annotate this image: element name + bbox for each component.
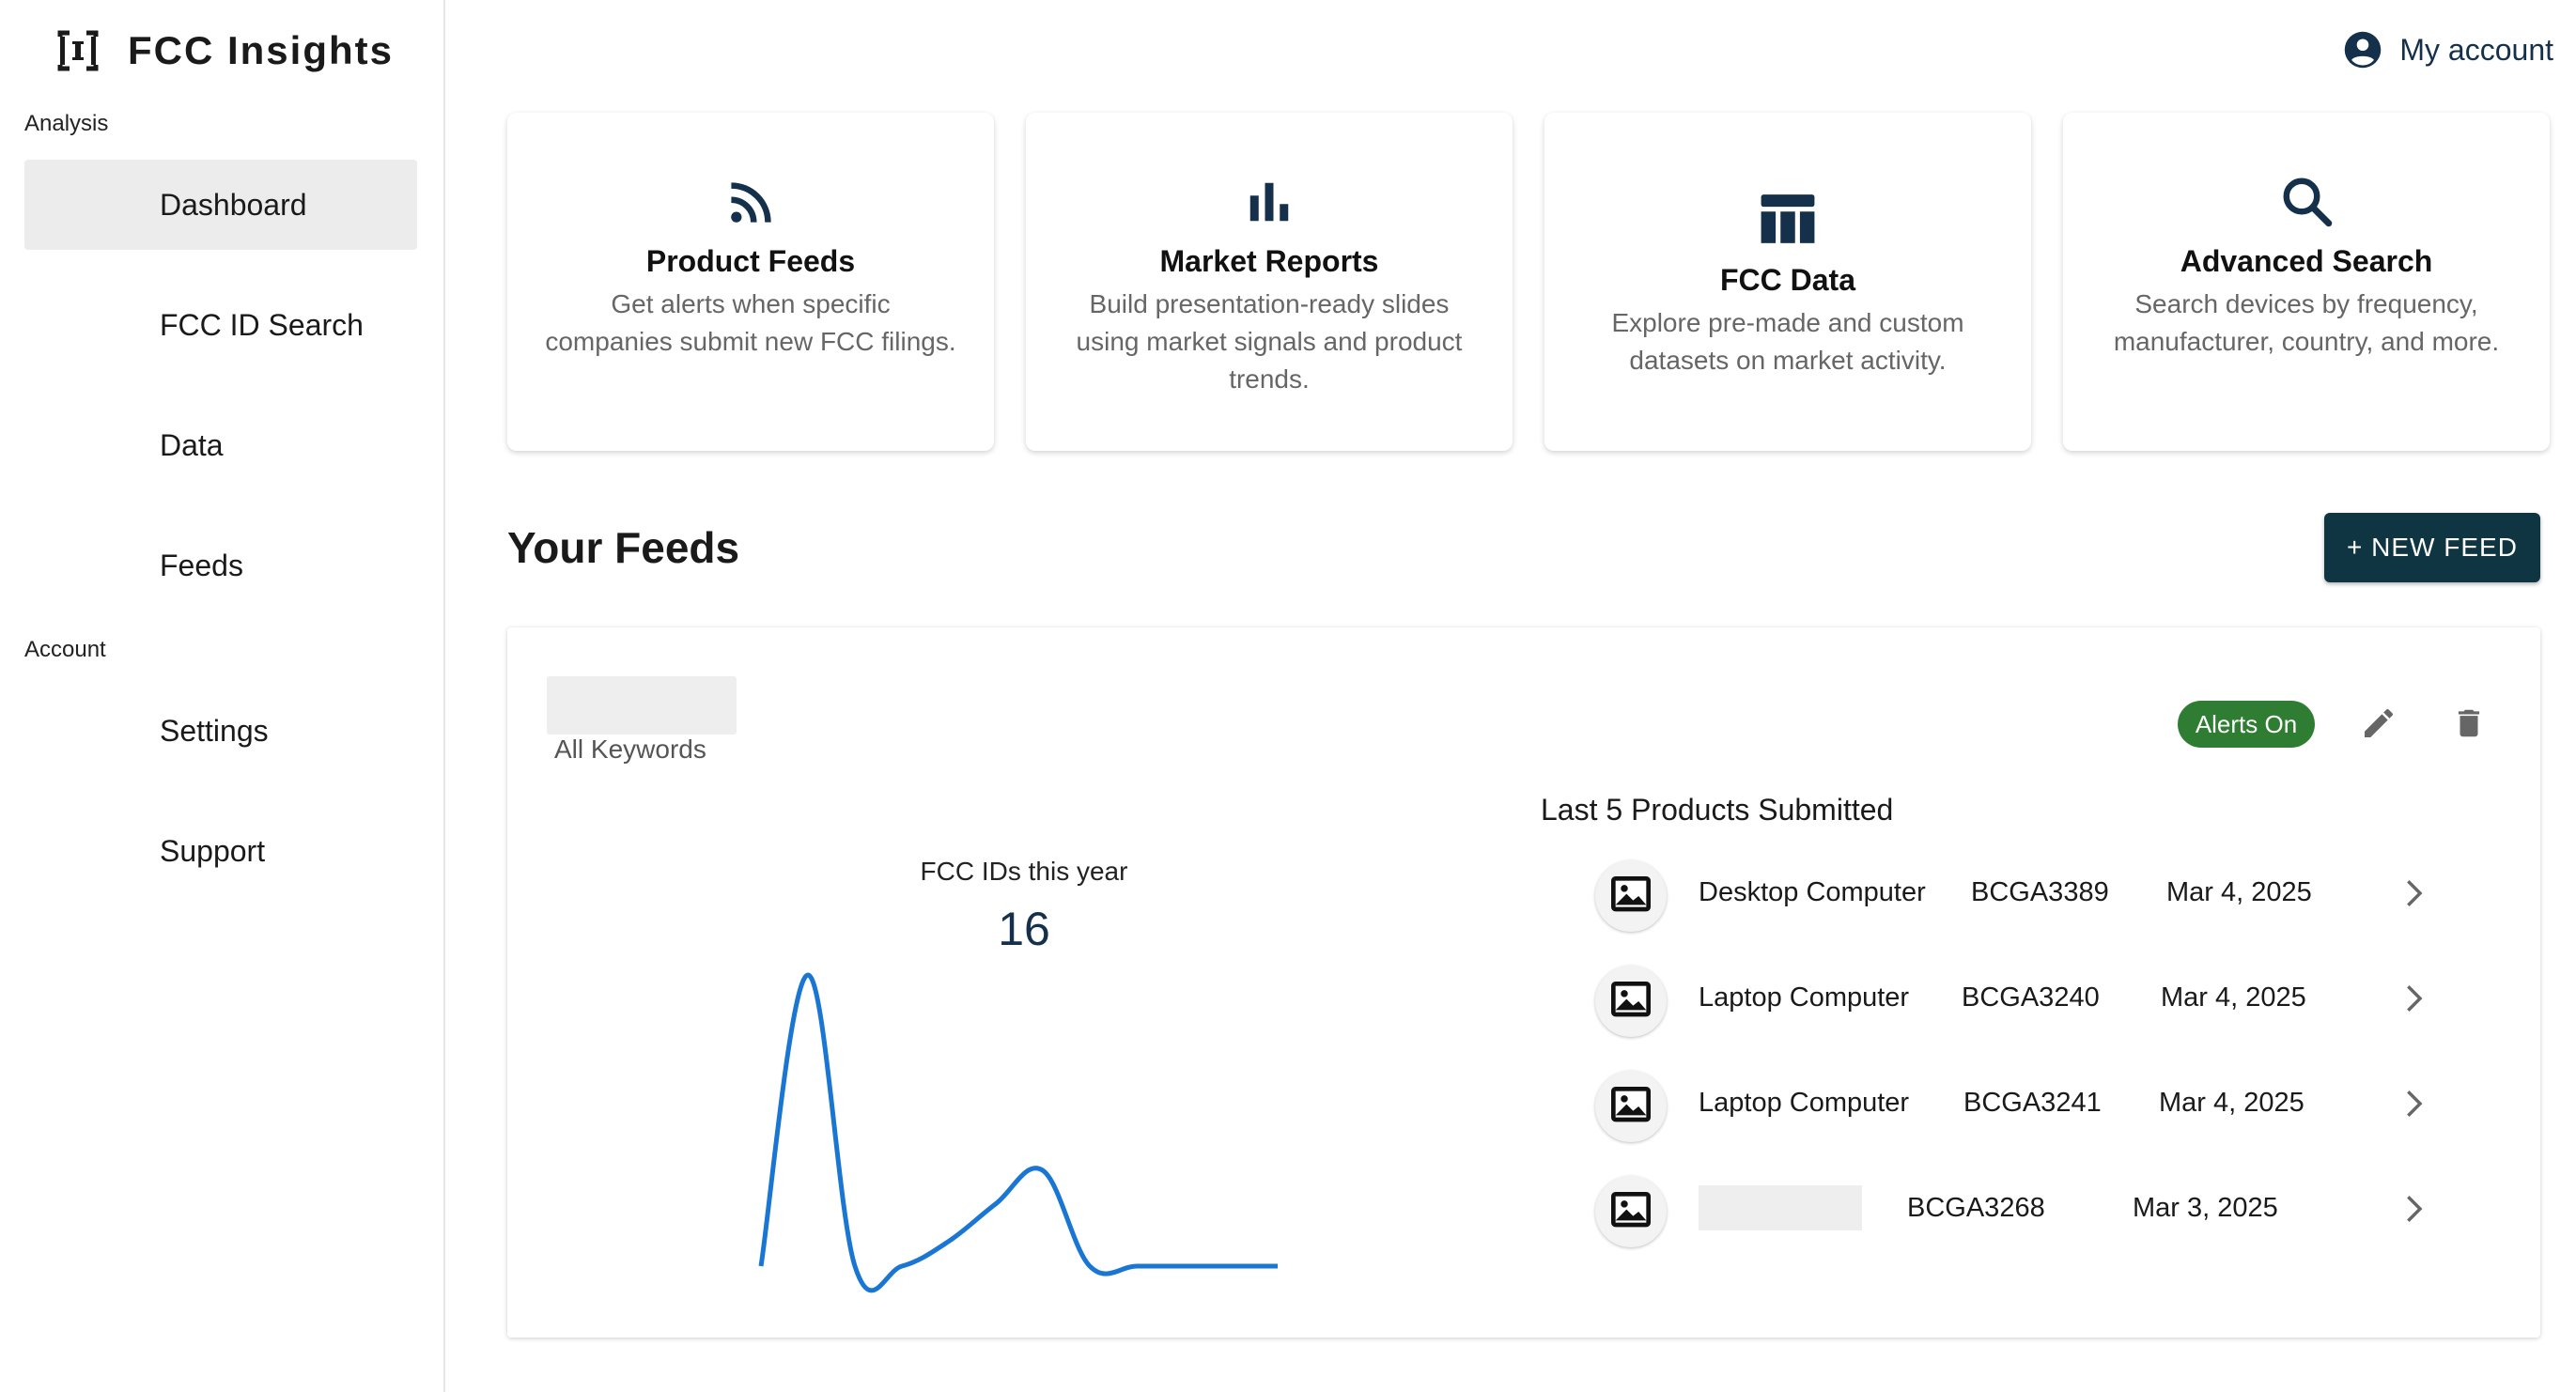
sidebar: FCC Insights Analysis Dashboard FCC ID S… xyxy=(0,0,445,1392)
my-account-button[interactable]: My account xyxy=(2343,30,2553,70)
your-feeds-heading: Your Feeds xyxy=(507,523,740,572)
feed-keywords: All Keywords xyxy=(554,735,706,764)
table-icon xyxy=(1544,192,2031,246)
edit-feed-button[interactable] xyxy=(2352,697,2405,750)
product-date: Mar 3, 2025 xyxy=(2133,1193,2278,1223)
alerts-status-badge[interactable]: Alerts On xyxy=(2178,701,2315,748)
fcc-ids-line-chart xyxy=(758,972,1278,1293)
account-circle-icon xyxy=(2345,31,2382,69)
sidebar-item-support[interactable]: Support xyxy=(24,806,417,896)
product-row[interactable]: Desktop Computer BCGA3389 Mar 4, 2025 xyxy=(1595,849,2441,939)
card-description: Build presentation-ready slides using ma… xyxy=(1076,289,1463,394)
card-title: Product Feeds xyxy=(645,244,856,278)
sidebar-item-settings[interactable]: Settings xyxy=(24,686,417,776)
chevron-right-icon[interactable] xyxy=(2390,975,2437,1022)
product-name: Laptop Computer xyxy=(1699,1088,1910,1118)
chevron-right-icon[interactable] xyxy=(2390,870,2437,917)
card-advanced-search[interactable]: Advanced Search Search devices by freque… xyxy=(2063,113,2550,451)
brand[interactable]: FCC Insights xyxy=(56,28,394,73)
card-description: Get alerts when specific companies submi… xyxy=(545,289,956,356)
product-date: Mar 4, 2025 xyxy=(2161,982,2306,1013)
new-feed-button[interactable]: + NEW FEED xyxy=(2324,513,2540,582)
products-list-title: Last 5 Products Submitted xyxy=(1541,793,1894,827)
chart-title: FCC IDs this year xyxy=(920,857,1128,886)
product-row[interactable]: BCGA3268 Mar 3, 2025 xyxy=(1595,1165,2441,1255)
card-title: FCC Data xyxy=(1719,263,1855,297)
product-fcc-id: BCGA3241 xyxy=(1963,1088,2102,1118)
delete-feed-button[interactable] xyxy=(2443,697,2495,750)
card-title: Market Reports xyxy=(1159,244,1379,278)
pencil-icon xyxy=(2365,708,2394,737)
chart-total-value: 16 xyxy=(998,903,1050,955)
rss-feed-icon xyxy=(507,178,994,227)
bar-chart-icon xyxy=(1026,177,1513,227)
card-market-reports[interactable]: Market Reports Build presentation-ready … xyxy=(1026,113,1513,451)
bracket-logo-icon xyxy=(56,29,100,72)
product-fcc-id: BCGA3268 xyxy=(1907,1193,2045,1223)
brand-name: FCC Insights xyxy=(128,28,394,72)
product-name-redacted xyxy=(1699,1185,1862,1230)
product-name: Desktop Computer xyxy=(1699,877,1926,907)
image-placeholder-icon xyxy=(1595,966,1667,1037)
search-icon xyxy=(2063,173,2550,229)
card-fcc-data[interactable]: FCC Data Explore pre-made and custom dat… xyxy=(1544,113,2031,451)
card-description: Explore pre-made and custom datasets on … xyxy=(1611,308,1964,375)
product-fcc-id: BCGA3240 xyxy=(1962,982,2100,1013)
product-date: Mar 4, 2025 xyxy=(2159,1088,2304,1118)
product-date: Mar 4, 2025 xyxy=(2166,877,2312,907)
card-description: Search devices by frequency, manufacture… xyxy=(2113,289,2500,356)
chevron-right-icon[interactable] xyxy=(2390,1185,2437,1232)
sidebar-item-dashboard[interactable]: Dashboard xyxy=(24,160,417,250)
image-placeholder-icon xyxy=(1595,1071,1667,1142)
sidebar-item-fcc-id-search[interactable]: FCC ID Search xyxy=(24,280,417,370)
card-title: Advanced Search xyxy=(2180,244,2433,278)
product-row[interactable]: Laptop Computer BCGA3241 Mar 4, 2025 xyxy=(1595,1059,2441,1150)
image-placeholder-icon xyxy=(1595,860,1667,932)
product-fcc-id: BCGA3389 xyxy=(1971,877,2109,907)
product-row[interactable]: Laptop Computer BCGA3240 Mar 4, 2025 xyxy=(1595,954,2441,1044)
section-label-analysis: Analysis xyxy=(24,111,109,136)
card-product-feeds[interactable]: Product Feeds Get alerts when specific c… xyxy=(507,113,994,451)
feed-card: All Keywords Alerts On FCC IDs this year… xyxy=(507,627,2540,1338)
trash-icon xyxy=(2458,709,2480,737)
my-account-label: My account xyxy=(2399,32,2553,67)
image-placeholder-icon xyxy=(1595,1176,1667,1247)
feed-name-redacted xyxy=(547,676,737,735)
chart-series-line xyxy=(758,972,1278,1293)
product-name: Laptop Computer xyxy=(1699,982,1910,1013)
sidebar-item-feeds[interactable]: Feeds xyxy=(24,520,417,611)
section-label-account: Account xyxy=(24,637,106,662)
sidebar-item-data[interactable]: Data xyxy=(24,400,417,490)
chevron-right-icon[interactable] xyxy=(2390,1080,2437,1127)
